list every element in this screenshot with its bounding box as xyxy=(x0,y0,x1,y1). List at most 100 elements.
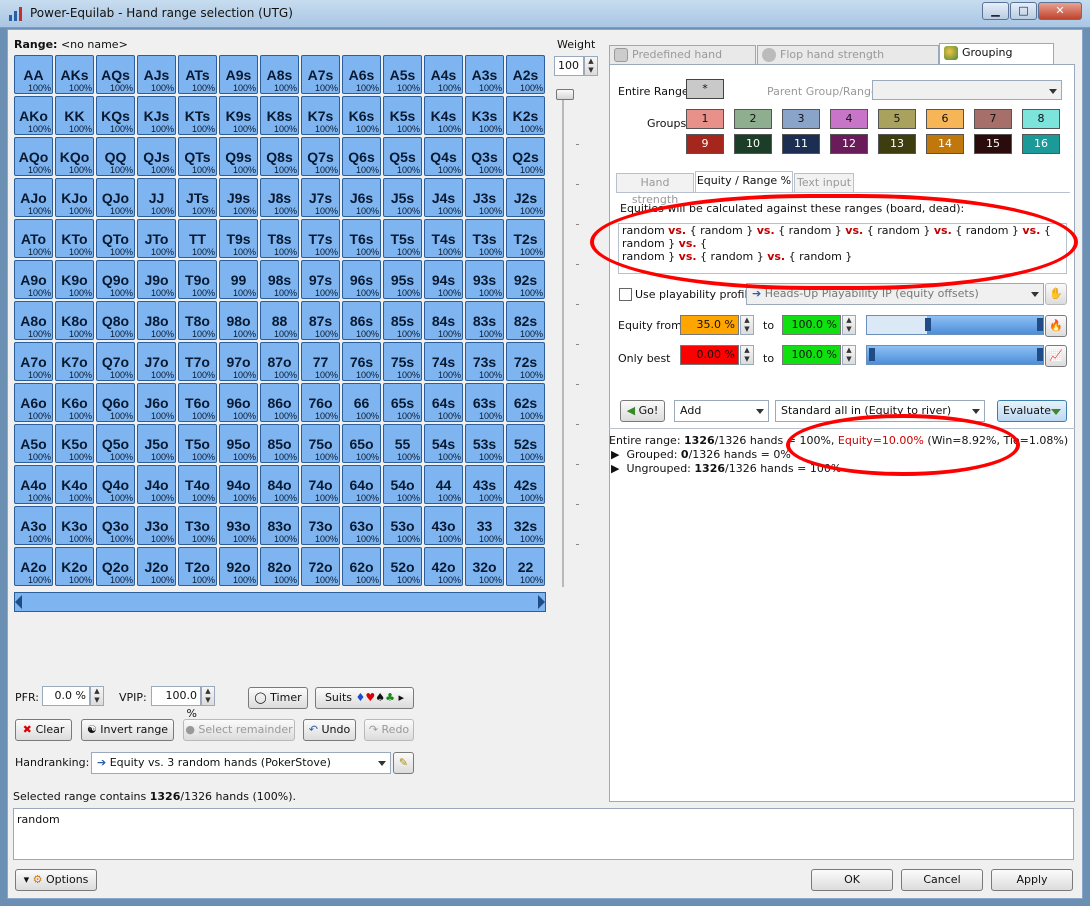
hand-cell-96s[interactable]: 96s 100% xyxy=(342,260,381,299)
equity-to-input[interactable]: 100.0 % xyxy=(782,315,841,335)
hand-cell-K4s[interactable]: K4s 100% xyxy=(424,96,463,135)
hand-cell-K6o[interactable]: K6o 100% xyxy=(55,383,94,422)
hand-cell-QTs[interactable]: QTs 100% xyxy=(178,137,217,176)
hand-cell-Q9s[interactable]: Q9s 100% xyxy=(219,137,258,176)
hand-cell-T4o[interactable]: T4o 100% xyxy=(178,465,217,504)
clear-button[interactable]: ✖ Clear xyxy=(15,719,72,741)
hand-cell-A5o[interactable]: A5o 100% xyxy=(14,424,53,463)
close-button[interactable]: ✕ xyxy=(1038,2,1082,20)
hand-cell-J2s[interactable]: J2s 100% xyxy=(506,178,545,217)
hand-cell-J3s[interactable]: J3s 100% xyxy=(465,178,504,217)
hand-cell-54o[interactable]: 54o 100% xyxy=(383,465,422,504)
hand-cell-52o[interactable]: 52o 100% xyxy=(383,547,422,586)
hand-cell-A3s[interactable]: A3s 100% xyxy=(465,55,504,94)
group-button-1[interactable]: 1 xyxy=(686,109,724,129)
hand-cell-Q2o[interactable]: Q2o 100% xyxy=(96,547,135,586)
hand-cell-62o[interactable]: 62o 100% xyxy=(342,547,381,586)
hand-cell-T9o[interactable]: T9o 100% xyxy=(178,260,217,299)
hand-cell-T3o[interactable]: T3o 100% xyxy=(178,506,217,545)
hand-cell-AJs[interactable]: AJs 100% xyxy=(137,55,176,94)
hand-cell-T2o[interactable]: T2o 100% xyxy=(178,547,217,586)
equity-from-spinner[interactable]: ▲ ▼ xyxy=(740,315,754,335)
hand-cell-KTs[interactable]: KTs 100% xyxy=(178,96,217,135)
tab-equity-range[interactable]: Equity / Range % xyxy=(695,171,793,192)
hand-cell-K9o[interactable]: K9o 100% xyxy=(55,260,94,299)
group-button-6[interactable]: 6 xyxy=(926,109,964,129)
hand-cell-64s[interactable]: 64s 100% xyxy=(424,383,463,422)
handranking-select[interactable]: ➔ Equity vs. 3 random hands (PokerStove) xyxy=(91,752,391,774)
tab-grouping-options[interactable]: Grouping options xyxy=(939,43,1054,76)
hand-cell-A6s[interactable]: A6s 100% xyxy=(342,55,381,94)
invert-range-button[interactable]: ☯ Invert range xyxy=(81,719,174,741)
hand-cell-98o[interactable]: 98o 100% xyxy=(219,301,258,340)
group-button-2[interactable]: 2 xyxy=(734,109,772,129)
pfr-input[interactable]: 0.0 % xyxy=(42,686,90,706)
hand-cell-T8s[interactable]: T8s 100% xyxy=(260,219,299,258)
suits-button[interactable]: Suits ♦♥♠♣ ▸ xyxy=(315,687,414,709)
hand-cell-73s[interactable]: 73s 100% xyxy=(465,342,504,381)
hand-cell-Q5s[interactable]: Q5s 100% xyxy=(383,137,422,176)
hand-cell-K8s[interactable]: K8s 100% xyxy=(260,96,299,135)
hand-cell-J6o[interactable]: J6o 100% xyxy=(137,383,176,422)
mode-select[interactable]: Add xyxy=(674,400,769,422)
hand-cell-KK[interactable]: KK 100% xyxy=(55,96,94,135)
hand-cell-AA[interactable]: AA 100% xyxy=(14,55,53,94)
hand-cell-66[interactable]: 66 100% xyxy=(342,383,381,422)
hand-cell-43o[interactable]: 43o 100% xyxy=(424,506,463,545)
group-button-9[interactable]: 9 xyxy=(686,134,724,154)
hand-cell-T5o[interactable]: T5o 100% xyxy=(178,424,217,463)
hand-cell-ATo[interactable]: ATo 100% xyxy=(14,219,53,258)
handranking-edit-button[interactable]: ✎ xyxy=(393,752,414,774)
hand-cell-97o[interactable]: 97o 100% xyxy=(219,342,258,381)
range-text-input[interactable]: random xyxy=(13,808,1074,860)
hand-cell-53s[interactable]: 53s 100% xyxy=(465,424,504,463)
hand-cell-A7o[interactable]: A7o 100% xyxy=(14,342,53,381)
hand-cell-A5s[interactable]: A5s 100% xyxy=(383,55,422,94)
hand-cell-KQs[interactable]: KQs 100% xyxy=(96,96,135,135)
chart-button[interactable]: 📈 xyxy=(1045,345,1067,367)
hand-cell-76o[interactable]: 76o 100% xyxy=(301,383,340,422)
only-best-to-spinner[interactable]: ▲ ▼ xyxy=(842,345,856,365)
hand-cell-JTs[interactable]: JTs 100% xyxy=(178,178,217,217)
use-profile-checkbox[interactable] xyxy=(619,288,632,301)
hand-cell-97s[interactable]: 97s 100% xyxy=(301,260,340,299)
hand-cell-Q5o[interactable]: Q5o 100% xyxy=(96,424,135,463)
hand-cell-76s[interactable]: 76s 100% xyxy=(342,342,381,381)
entire-range-button[interactable]: * xyxy=(686,79,724,99)
hand-cell-A8s[interactable]: A8s 100% xyxy=(260,55,299,94)
hand-cell-Q8s[interactable]: Q8s 100% xyxy=(260,137,299,176)
evaluate-button[interactable]: Evaluate xyxy=(997,400,1067,422)
hand-cell-J9o[interactable]: J9o 100% xyxy=(137,260,176,299)
hand-cell-T6o[interactable]: T6o 100% xyxy=(178,383,217,422)
hand-cell-K5o[interactable]: K5o 100% xyxy=(55,424,94,463)
hand-cell-T2s[interactable]: T2s 100% xyxy=(506,219,545,258)
hand-cell-94o[interactable]: 94o 100% xyxy=(219,465,258,504)
scroll-right-arrow-icon[interactable] xyxy=(538,595,545,609)
hand-cell-QJo[interactable]: QJo 100% xyxy=(96,178,135,217)
equity-to-spinner[interactable]: ▲ ▼ xyxy=(842,315,856,335)
hand-cell-J9s[interactable]: J9s 100% xyxy=(219,178,258,217)
apply-button[interactable]: Apply xyxy=(991,869,1073,891)
group-button-16[interactable]: 16 xyxy=(1022,134,1060,154)
hand-cell-K3s[interactable]: K3s 100% xyxy=(465,96,504,135)
hand-cell-J7o[interactable]: J7o 100% xyxy=(137,342,176,381)
hand-cell-T8o[interactable]: T8o 100% xyxy=(178,301,217,340)
hand-cell-K2o[interactable]: K2o 100% xyxy=(55,547,94,586)
hand-cell-44[interactable]: 44 100% xyxy=(424,465,463,504)
hand-cell-72s[interactable]: 72s 100% xyxy=(506,342,545,381)
hand-cell-J8s[interactable]: J8s 100% xyxy=(260,178,299,217)
hand-cell-QQ[interactable]: QQ 100% xyxy=(96,137,135,176)
group-button-11[interactable]: 11 xyxy=(782,134,820,154)
hand-cell-82s[interactable]: 82s 100% xyxy=(506,301,545,340)
tab-text-input[interactable]: Text input xyxy=(794,173,854,192)
hand-cell-75o[interactable]: 75o 100% xyxy=(301,424,340,463)
hand-cell-J3o[interactable]: J3o 100% xyxy=(137,506,176,545)
group-button-12[interactable]: 12 xyxy=(830,134,868,154)
hand-cell-K3o[interactable]: K3o 100% xyxy=(55,506,94,545)
group-button-14[interactable]: 14 xyxy=(926,134,964,154)
group-button-3[interactable]: 3 xyxy=(782,109,820,129)
hand-cell-J5o[interactable]: J5o 100% xyxy=(137,424,176,463)
group-button-4[interactable]: 4 xyxy=(830,109,868,129)
hand-cell-92o[interactable]: 92o 100% xyxy=(219,547,258,586)
hand-cell-J2o[interactable]: J2o 100% xyxy=(137,547,176,586)
